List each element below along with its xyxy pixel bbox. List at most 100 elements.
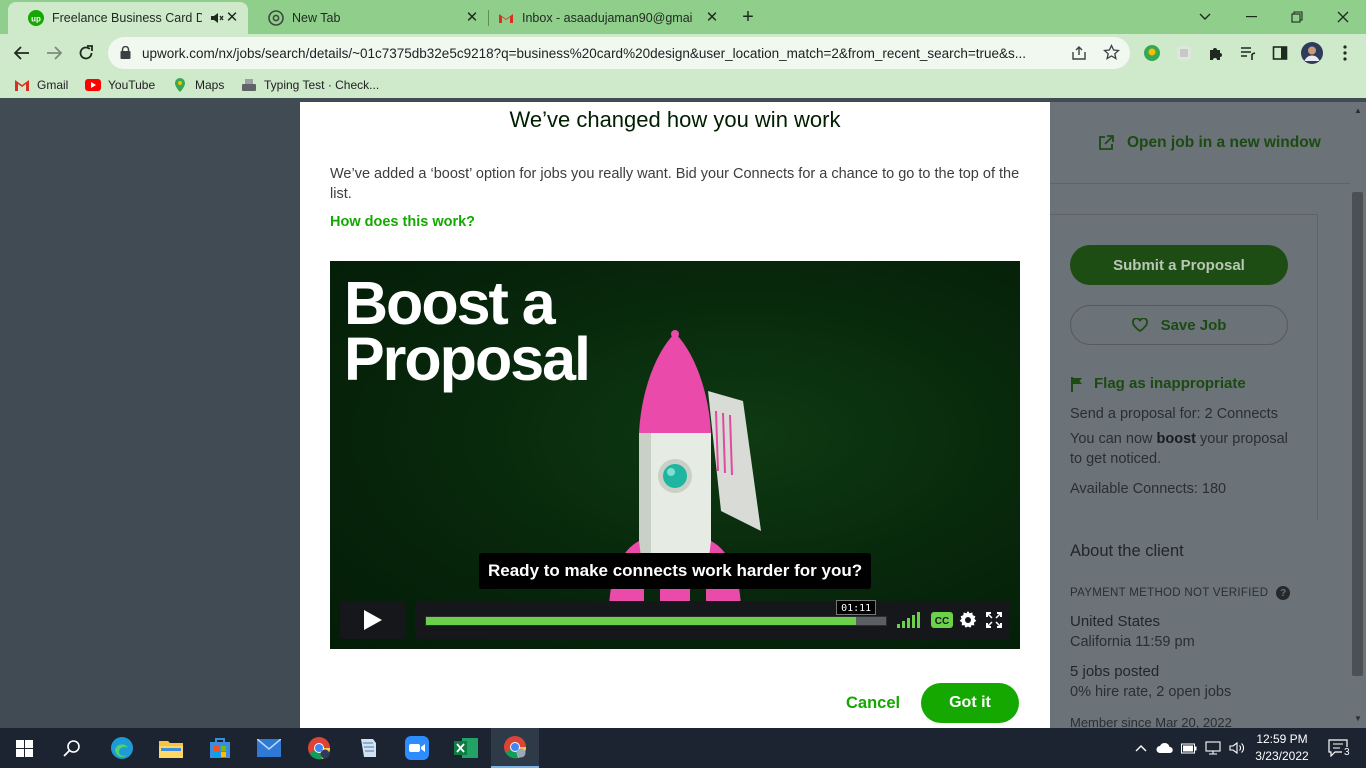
tab-freelance[interactable]: up Freelance Business Card Des ✕ [8, 2, 248, 34]
back-button[interactable] [8, 39, 36, 67]
video-control-bar: 01:11 CC [415, 600, 1010, 639]
gmail-icon [499, 14, 513, 23]
taskbar-edge[interactable] [98, 728, 146, 768]
seek-bar[interactable]: 01:11 [425, 600, 887, 626]
battery-icon [1181, 743, 1197, 754]
bookmark-youtube[interactable]: YouTube [85, 76, 155, 94]
forward-button[interactable] [40, 39, 68, 67]
typewriter-icon [242, 79, 256, 91]
got-it-button[interactable]: Got it [921, 683, 1019, 723]
side-panel-icon[interactable] [1269, 42, 1291, 64]
page-scrollbar[interactable]: ▲ ▼ [1350, 102, 1366, 728]
notification-center-button[interactable]: 3 [1318, 728, 1358, 768]
store-icon [210, 738, 230, 758]
zoom-icon [405, 736, 429, 760]
scroll-thumb[interactable] [1352, 192, 1363, 676]
flag-label: Flag as inappropriate [1094, 375, 1246, 392]
client-country: United States [1070, 613, 1161, 630]
minimize-button[interactable] [1228, 0, 1274, 34]
boost-text: You can now boost your proposal to get n… [1070, 429, 1300, 469]
search-button[interactable] [48, 728, 96, 768]
notepad-icon [361, 739, 376, 757]
edge-icon [111, 737, 133, 759]
close-icon[interactable]: ✕ [704, 10, 720, 26]
save-job-button[interactable]: Save Job [1070, 305, 1288, 345]
video-heading-line2: Proposal [344, 325, 591, 393]
puzzle-icon[interactable] [1205, 42, 1227, 64]
tab-strip: up Freelance Business Card Des ✕ New Tab… [0, 0, 1366, 34]
taskbar-chrome-profile-1[interactable] [295, 728, 343, 768]
notification-count: 3 [1342, 747, 1352, 758]
open-job-label: Open job in a new window [1127, 134, 1321, 151]
start-button[interactable] [0, 728, 48, 768]
gear-icon[interactable] [959, 611, 977, 629]
reload-button[interactable] [72, 39, 100, 67]
onedrive-tray[interactable] [1154, 728, 1176, 768]
flag-inappropriate-link[interactable]: Flag as inappropriate [1070, 375, 1246, 392]
taskbar-notepad[interactable] [344, 728, 392, 768]
tray-overflow-button[interactable] [1132, 728, 1150, 768]
extension-icon[interactable] [1173, 42, 1195, 64]
bookmark-gmail[interactable]: Gmail [14, 76, 68, 94]
gmail-icon [15, 80, 29, 91]
system-clock[interactable]: 12:59 PM 3/23/2022 [1250, 731, 1314, 765]
speaker-muted-icon[interactable] [210, 11, 224, 25]
lightbulb-extension-icon[interactable] [1141, 42, 1163, 64]
video-caption: Ready to make connects work harder for y… [479, 553, 872, 589]
taskbar-zoom[interactable] [393, 728, 441, 768]
tab-inbox[interactable]: Inbox - asaadujaman90@gmail.c ✕ [478, 2, 728, 34]
network-icon [1205, 741, 1221, 755]
available-connects: Available Connects: 180 [1070, 481, 1227, 497]
open-job-new-window-link[interactable]: Open job in a new window [1098, 134, 1321, 152]
reading-list-icon[interactable] [1237, 42, 1259, 64]
bookmark-maps[interactable]: Maps [172, 76, 224, 94]
volume-icon[interactable] [897, 612, 921, 628]
star-icon[interactable] [1103, 44, 1120, 61]
submit-proposal-button[interactable]: Submit a Proposal [1070, 245, 1288, 285]
new-tab-button[interactable]: + [736, 6, 760, 30]
chrome-icon [308, 737, 331, 760]
share-icon[interactable] [1071, 45, 1087, 61]
volume-tray[interactable] [1226, 728, 1248, 768]
address-bar[interactable]: upwork.com/nx/jobs/search/details/~01c73… [108, 37, 1130, 69]
network-tray[interactable] [1202, 728, 1224, 768]
close-window-button[interactable] [1320, 0, 1366, 34]
closed-captions-icon[interactable]: CC [931, 612, 953, 628]
url-text: upwork.com/nx/jobs/search/details/~01c73… [142, 46, 1027, 61]
taskbar-store[interactable] [196, 728, 244, 768]
scroll-up-icon[interactable]: ▲ [1354, 106, 1362, 115]
tab-search-button[interactable] [1182, 0, 1228, 34]
lock-icon[interactable] [120, 46, 131, 59]
fullscreen-icon[interactable] [986, 612, 1002, 628]
profile-avatar[interactable] [1301, 42, 1323, 64]
how-does-this-work-link[interactable]: How does this work? [330, 214, 475, 230]
taskbar-chrome-profile-2[interactable] [491, 728, 539, 768]
seek-progress [426, 617, 857, 625]
tab-title: New Tab [292, 11, 341, 25]
video-player[interactable]: Boost a Proposal Ready to make connects … [330, 261, 1020, 649]
taskbar-mail[interactable] [245, 728, 293, 768]
about-client-heading: About the client [1070, 542, 1184, 560]
play-button[interactable] [340, 601, 405, 639]
taskbar-file-explorer[interactable] [147, 728, 195, 768]
chevron-up-icon [1135, 745, 1147, 752]
tab-new-tab[interactable]: New Tab ✕ [248, 2, 488, 34]
help-icon[interactable]: ? [1276, 586, 1291, 600]
restore-button[interactable] [1274, 0, 1320, 34]
taskbar-excel[interactable] [442, 728, 490, 768]
minimize-icon [1245, 16, 1257, 18]
member-since: Member since Mar 20, 2022 [1070, 715, 1232, 728]
bookmark-typing-test[interactable]: Typing Test · Check... [241, 76, 379, 94]
youtube-icon [85, 79, 101, 91]
svg-text:up: up [31, 15, 41, 24]
cancel-button[interactable]: Cancel [846, 694, 900, 713]
menu-icon[interactable] [1334, 42, 1356, 64]
video-heading-line1: Boost a [344, 269, 556, 337]
heart-icon [1131, 318, 1148, 332]
close-icon[interactable]: ✕ [224, 10, 240, 26]
battery-tray[interactable] [1178, 728, 1200, 768]
chevron-down-icon [1199, 13, 1211, 20]
scroll-down-icon[interactable]: ▼ [1354, 714, 1362, 723]
chrome-icon [504, 736, 527, 759]
time-tooltip: 01:11 [836, 600, 877, 615]
